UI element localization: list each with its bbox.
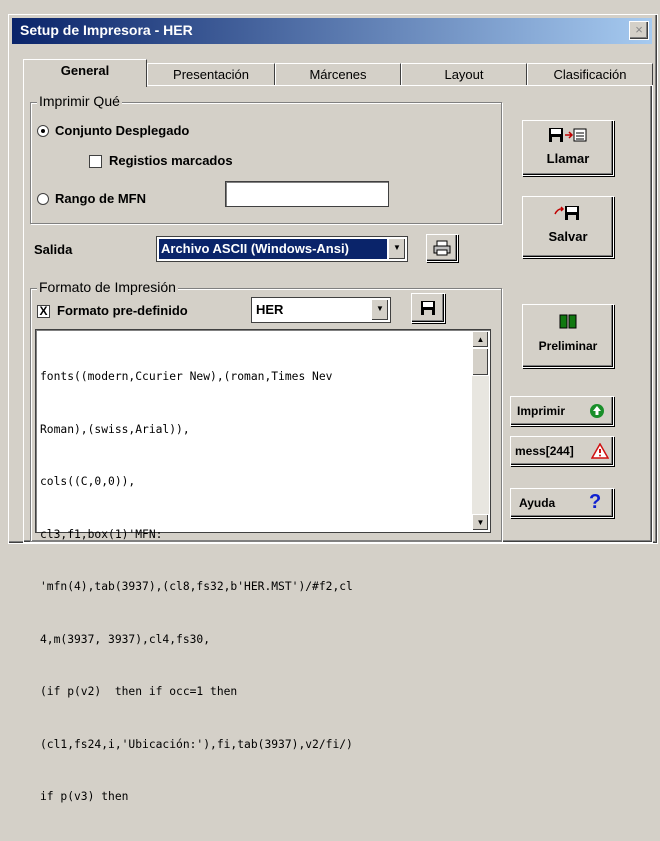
rango-label[interactable]: Rango de MFN — [55, 191, 146, 206]
scroll-down-button[interactable]: ▼ — [472, 514, 489, 531]
conjunto-radio[interactable] — [37, 125, 49, 137]
imprimir-label: Imprimir — [517, 404, 566, 418]
llamar-button[interactable]: Llamar — [522, 120, 614, 176]
code-line: (cl1,fs24,i,'Ubicación:'),fi,tab(3937),v… — [40, 737, 353, 751]
conjunto-label[interactable]: Conjunto Desplegado — [55, 123, 189, 138]
tab-margenes[interactable]: Márcenes — [275, 63, 401, 85]
tab-general[interactable]: General — [23, 59, 147, 87]
salida-selected-value: Archivo ASCII (Windows-Ansi) — [159, 239, 387, 259]
save-icon — [421, 301, 435, 315]
code-line: Roman),(swiss,Arial)), — [40, 422, 190, 436]
format-select[interactable]: HER ▼ — [251, 297, 391, 323]
help-icon: ? — [589, 491, 602, 513]
scroll-up-button[interactable]: ▲ — [472, 331, 489, 348]
code-line: (if p(v2) then if occ=1 then — [40, 685, 238, 698]
code-line: cl3,f1,box(1)'MFN: — [40, 527, 163, 541]
printer-icon — [433, 240, 451, 256]
code-line: 4,m(3937, 3937),cl4,fs30, — [40, 632, 211, 646]
imprimir-que-group: Imprimir Qué Conjunto Desplegado Registi… — [30, 93, 502, 224]
format-code-editor[interactable]: fonts((modern,Ccurier New),(roman,Times … — [35, 329, 491, 803]
salvar-button[interactable]: Salvar — [522, 196, 614, 258]
ayuda-label: Ayuda — [519, 496, 556, 510]
salida-dropdown-arrow[interactable]: ▼ — [388, 238, 406, 260]
window-title: Setup de Impresora - HER — [20, 22, 193, 38]
go-arrow-icon — [590, 404, 604, 418]
preliminar-button[interactable]: Preliminar — [522, 304, 614, 368]
tab-layout[interactable]: Layout — [401, 63, 527, 85]
format-selected-value: HER — [256, 302, 284, 317]
mess-label: mess[244] — [515, 444, 574, 458]
formato-legend: Formato de Impresión — [37, 279, 178, 295]
save-format-button[interactable] — [411, 293, 445, 323]
preliminar-label: Preliminar — [538, 339, 598, 353]
salida-label: Salida — [34, 242, 73, 257]
registros-checkbox[interactable] — [89, 155, 102, 168]
llamar-label: Llamar — [546, 151, 590, 166]
predefinido-checkbox[interactable]: X — [37, 305, 50, 318]
formato-group: Formato de Impresión X Formato pre-defin… — [30, 279, 502, 803]
scroll-thumb[interactable] — [472, 348, 489, 376]
format-dropdown-arrow[interactable]: ▼ — [371, 299, 389, 321]
salvar-label: Salvar — [548, 229, 588, 244]
close-button[interactable]: × — [629, 21, 649, 40]
load-icon — [523, 127, 613, 145]
mess-button[interactable]: mess[244] — [510, 436, 614, 466]
book-icon — [523, 313, 613, 331]
predefinido-label[interactable]: Formato pre-definido — [57, 303, 188, 318]
imprimir-que-legend: Imprimir Qué — [37, 93, 122, 109]
code-line: 'mfn(4),tab(3937),(cl8,fs32,b'HER.MST')/… — [40, 580, 353, 593]
save-arrow-icon — [523, 205, 613, 223]
title-bar[interactable]: Setup de Impresora - HER × — [12, 18, 652, 44]
setup-dialog: Setup de Impresora - HER × General Prese… — [8, 14, 658, 803]
code-line: cols((C,0,0)), — [40, 475, 136, 488]
tab-presentacion[interactable]: Presentación — [147, 63, 275, 85]
rango-mfn-input[interactable] — [225, 181, 389, 207]
format-code-text[interactable]: fonts((modern,Ccurier New),(roman,Times … — [40, 333, 470, 841]
code-line: if p(v3) then — [40, 790, 129, 803]
general-panel: Imprimir Qué Conjunto Desplegado Registi… — [23, 85, 653, 803]
printer-setup-button[interactable] — [426, 234, 458, 262]
salida-select[interactable]: Archivo ASCII (Windows-Ansi) ▼ — [156, 236, 408, 262]
code-line: fonts((modern,Ccurier New),(roman,Times … — [40, 370, 333, 383]
imprimir-button[interactable]: Imprimir — [510, 396, 614, 426]
ayuda-button[interactable]: Ayuda ? — [510, 488, 614, 518]
registros-label[interactable]: Registios marcados — [109, 153, 233, 168]
tab-clasificacion[interactable]: Clasificación — [527, 63, 653, 85]
rango-radio[interactable] — [37, 193, 49, 205]
code-scrollbar[interactable]: ▲ ▼ — [472, 331, 489, 531]
warning-icon — [591, 443, 609, 459]
